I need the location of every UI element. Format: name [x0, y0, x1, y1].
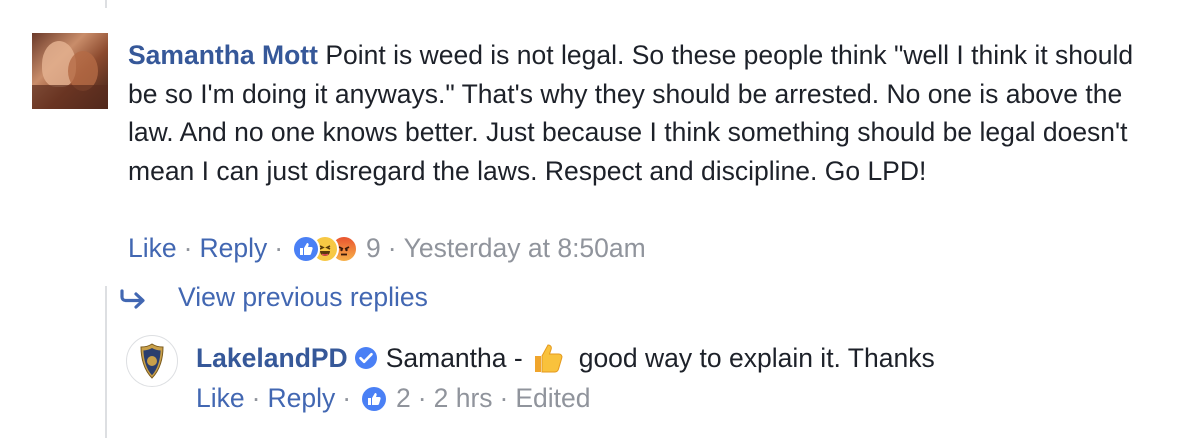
- like-icon: [292, 234, 321, 263]
- separator: ·: [183, 233, 193, 263]
- reactions-summary[interactable]: [360, 384, 389, 413]
- separator: ·: [417, 383, 427, 413]
- reply-link[interactable]: Reply: [199, 233, 267, 264]
- reply-arrow-icon: [120, 287, 160, 309]
- comment-body: Samantha Mott Point is weed is not legal…: [128, 36, 1168, 190]
- separator: ·: [387, 233, 397, 263]
- police-badge-icon: [140, 343, 164, 379]
- timestamp[interactable]: 2 hrs: [434, 383, 493, 414]
- reply-body: LakelandPD Samantha - good way to explai…: [196, 339, 935, 377]
- separator: ·: [251, 383, 261, 413]
- like-link[interactable]: Like: [128, 233, 177, 264]
- reactions-summary[interactable]: [292, 234, 359, 263]
- edited-label[interactable]: Edited: [515, 383, 590, 414]
- reply-link[interactable]: Reply: [267, 383, 335, 414]
- thumbs-up-emoji: [531, 341, 565, 375]
- page-avatar[interactable]: [126, 335, 178, 387]
- reaction-count[interactable]: 2: [396, 383, 411, 414]
- verified-badge-icon: [354, 346, 378, 370]
- avatar[interactable]: [32, 33, 108, 109]
- separator: ·: [342, 383, 352, 413]
- separator: ·: [499, 383, 509, 413]
- comment-author-link[interactable]: Samantha Mott: [128, 40, 318, 70]
- timestamp[interactable]: Yesterday at 8:50am: [404, 233, 646, 264]
- reply-text-after: good way to explain it. Thanks: [578, 343, 935, 373]
- separator: ·: [274, 233, 284, 263]
- reply-thread-line: [105, 286, 107, 438]
- reply-actions: Like · Reply · 2 · 2 hrs · Edited: [196, 383, 591, 414]
- comment-actions: Like · Reply · 9 · Yesterday at 8:50am: [128, 233, 646, 264]
- like-link[interactable]: Like: [196, 383, 245, 414]
- reply-text-before: Samantha -: [385, 343, 523, 373]
- like-icon: [360, 384, 389, 413]
- thread-line: [105, 0, 107, 8]
- view-previous-replies-link[interactable]: View previous replies: [120, 282, 428, 313]
- reaction-count[interactable]: 9: [366, 233, 381, 264]
- reply-author-link[interactable]: LakelandPD: [196, 339, 348, 377]
- view-previous-label[interactable]: View previous replies: [178, 282, 428, 313]
